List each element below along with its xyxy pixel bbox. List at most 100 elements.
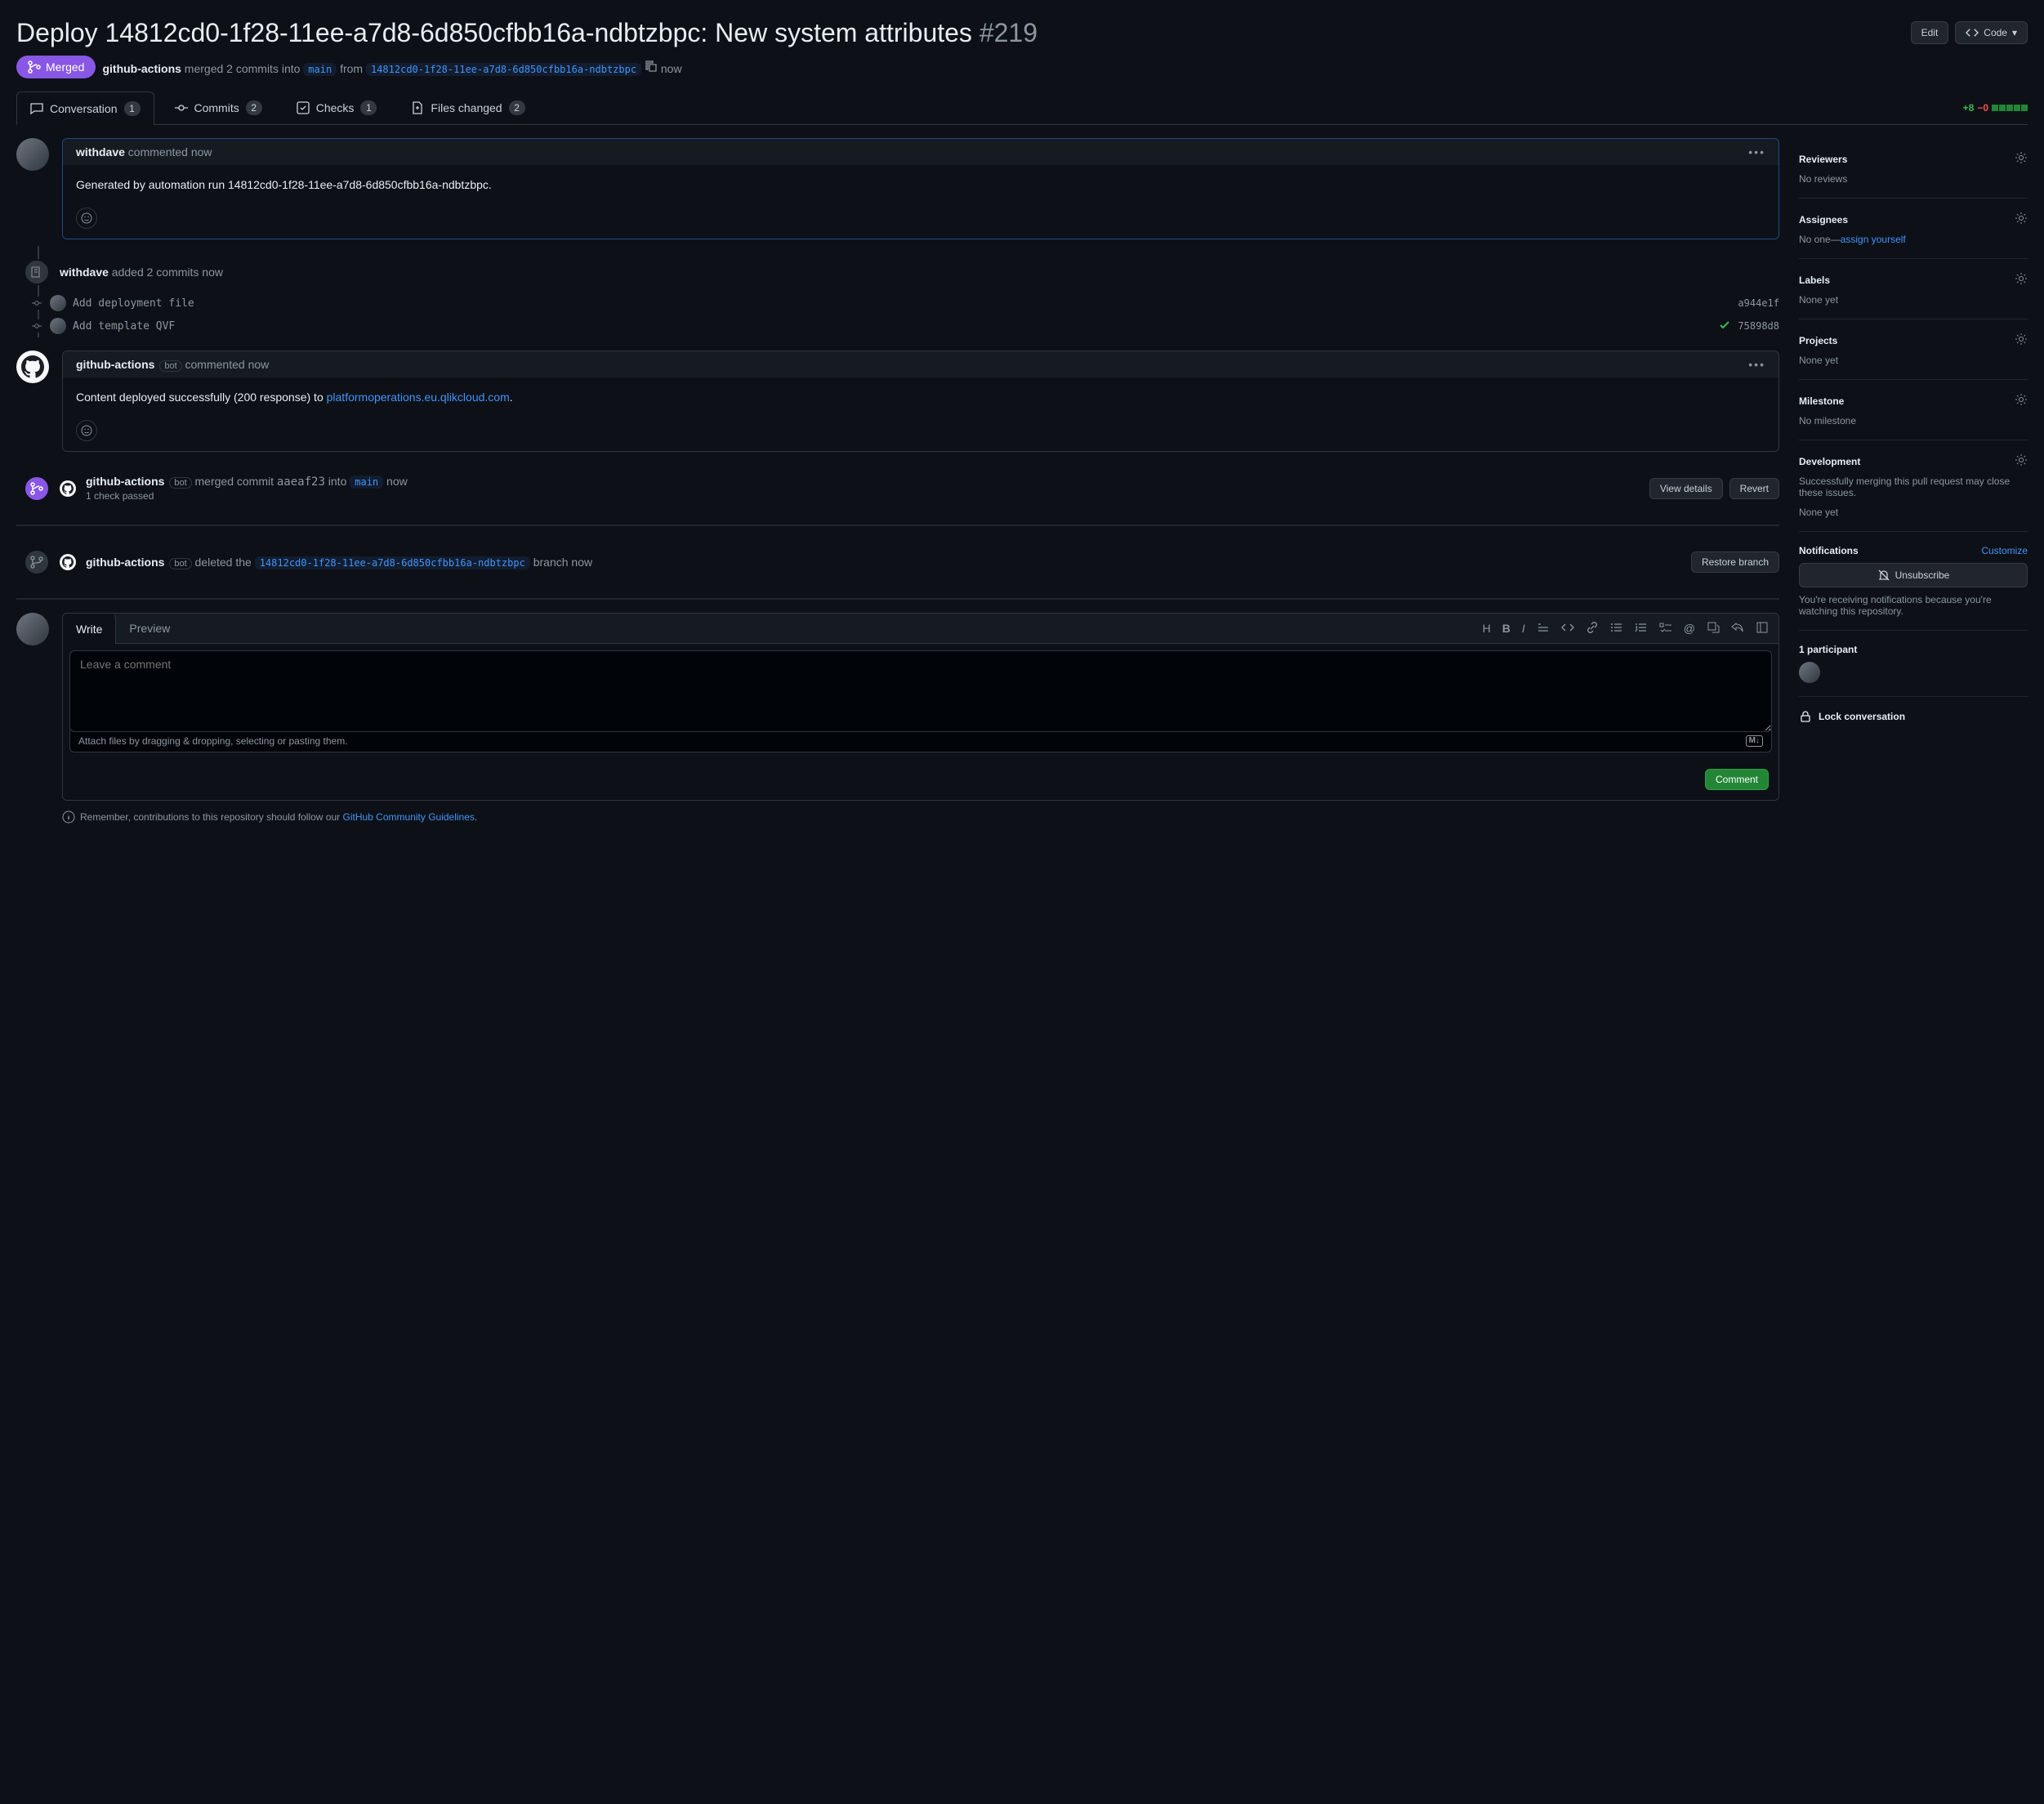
ol-icon[interactable] — [1635, 621, 1648, 636]
commit-dot-icon — [30, 297, 43, 310]
gear-icon[interactable] — [2015, 272, 2028, 288]
chevron-down-icon: ▾ — [2012, 27, 2017, 38]
ul-icon[interactable] — [1610, 621, 1623, 636]
diff-stats: +8 −0 — [1963, 102, 2028, 114]
comment-body: Content deployed successfully (200 respo… — [63, 377, 1778, 417]
avatar[interactable] — [60, 480, 76, 497]
reviewers-title: Reviewers — [1799, 154, 1847, 165]
comment-button[interactable]: Comment — [1705, 769, 1769, 790]
expand-icon[interactable] — [1756, 621, 1769, 636]
tab-files[interactable]: Files changed 2 — [397, 92, 538, 124]
commit-item: Add deployment file a944e1f — [62, 292, 1779, 315]
guidelines-link[interactable]: GitHub Community Guidelines — [343, 811, 475, 823]
branch-icon — [24, 549, 50, 575]
labels-title: Labels — [1799, 275, 1830, 286]
attach-hint[interactable]: Attach files by dragging & dropping, sel… — [69, 730, 1772, 752]
guideline-note: Remember, contributions to this reposito… — [62, 810, 1779, 824]
delete-actor[interactable]: github-actions — [86, 556, 164, 569]
labels-body: None yet — [1799, 294, 2028, 306]
react-button[interactable] — [76, 420, 97, 441]
tab-commits[interactable]: Commits 2 — [161, 92, 276, 124]
participants-title: 1 participant — [1799, 644, 1857, 655]
commit-item: Add template QVF 75898d8 — [62, 315, 1779, 337]
quote-icon[interactable] — [1537, 621, 1550, 636]
view-details-button[interactable]: View details — [1649, 478, 1723, 499]
bold-icon[interactable]: B — [1502, 622, 1511, 635]
markdown-icon[interactable]: M↓ — [1746, 735, 1763, 747]
base-branch[interactable]: main — [303, 63, 337, 76]
merge-sha[interactable]: aaeaf23 — [277, 476, 325, 489]
notifications-note: You're receiving notifications because y… — [1799, 594, 2028, 617]
gear-icon[interactable] — [2015, 393, 2028, 409]
github-icon — [21, 355, 44, 378]
react-button[interactable] — [76, 208, 97, 229]
comment-author[interactable]: github-actions — [76, 358, 154, 371]
avatar[interactable] — [16, 138, 49, 171]
avatar[interactable] — [50, 318, 66, 334]
copy-icon[interactable] — [645, 62, 661, 75]
avatar[interactable] — [50, 295, 66, 311]
avatar[interactable] — [16, 613, 49, 645]
tasklist-icon[interactable] — [1659, 621, 1672, 636]
gear-icon[interactable] — [2015, 151, 2028, 167]
merged-badge-icon — [24, 476, 50, 502]
checks-icon — [297, 101, 310, 114]
link-icon[interactable] — [1586, 621, 1599, 636]
github-icon — [62, 483, 74, 494]
merge-actor[interactable]: github-actions — [86, 475, 164, 488]
gear-icon[interactable] — [2015, 333, 2028, 348]
check-icon[interactable] — [1718, 319, 1731, 334]
gear-icon[interactable] — [2015, 453, 2028, 469]
projects-body: None yet — [1799, 355, 2028, 366]
comment-textarea[interactable] — [69, 650, 1772, 732]
pr-number: #219 — [980, 18, 1038, 47]
checks-passed[interactable]: 1 check passed — [86, 490, 1640, 502]
write-tab[interactable]: Write — [63, 614, 116, 644]
revert-button[interactable]: Revert — [1729, 478, 1779, 499]
commit-sha[interactable]: a944e1f — [1738, 297, 1779, 309]
code-icon[interactable] — [1561, 621, 1574, 636]
deploy-link[interactable]: platformoperations.eu.qlikcloud.com — [327, 391, 510, 404]
customize-link[interactable]: Customize — [1981, 545, 2028, 556]
bot-badge: bot — [169, 477, 191, 489]
smiley-icon — [80, 212, 93, 225]
code-button[interactable]: Code ▾ — [1955, 21, 2028, 44]
avatar[interactable] — [60, 554, 76, 570]
mention-icon[interactable]: @ — [1684, 622, 1695, 635]
merge-icon — [28, 60, 41, 74]
head-branch[interactable]: 14812cd0-1f28-11ee-a7d8-6d850cfbb16a-ndb… — [366, 63, 641, 76]
lock-conversation[interactable]: Lock conversation — [1799, 710, 2028, 723]
reply-icon[interactable] — [1731, 621, 1744, 636]
tab-conversation[interactable]: Conversation 1 — [16, 92, 154, 125]
code-icon — [1966, 26, 1979, 39]
notifications-title: Notifications — [1799, 545, 1859, 556]
kebab-icon[interactable]: ••• — [1748, 145, 1765, 159]
participant-avatar[interactable] — [1799, 662, 1820, 683]
bell-slash-icon — [1877, 569, 1890, 582]
commit-message[interactable]: Add template QVF — [73, 320, 1712, 333]
reference-icon[interactable] — [1707, 621, 1720, 636]
milestone-title: Milestone — [1799, 395, 1844, 407]
edit-button[interactable]: Edit — [1911, 21, 1949, 44]
assignees-body: No one—assign yourself — [1799, 234, 2028, 245]
development-body: Successfully merging this pull request m… — [1799, 476, 2028, 518]
projects-title: Projects — [1799, 335, 1837, 346]
merge-summary: github-actions merged 2 commits into mai… — [102, 60, 681, 75]
restore-branch-button[interactable]: Restore branch — [1691, 551, 1779, 573]
repo-push-icon — [24, 259, 50, 285]
development-title: Development — [1799, 456, 1860, 467]
italic-icon[interactable]: I — [1522, 622, 1525, 635]
avatar[interactable] — [16, 351, 49, 383]
commit-message[interactable]: Add deployment file — [73, 297, 1731, 310]
merge-target-branch[interactable]: main — [350, 476, 383, 489]
push-author[interactable]: withdave — [60, 266, 109, 279]
gear-icon[interactable] — [2015, 212, 2028, 227]
comment-author[interactable]: withdave — [76, 145, 125, 159]
assign-yourself-link[interactable]: assign yourself — [1841, 234, 1906, 245]
kebab-icon[interactable]: ••• — [1748, 358, 1765, 371]
unsubscribe-button[interactable]: Unsubscribe — [1799, 563, 2028, 587]
heading-icon[interactable]: H — [1483, 622, 1491, 635]
preview-tab[interactable]: Preview — [116, 614, 183, 643]
tab-checks[interactable]: Checks 1 — [283, 92, 391, 124]
commit-sha[interactable]: 75898d8 — [1738, 320, 1779, 332]
